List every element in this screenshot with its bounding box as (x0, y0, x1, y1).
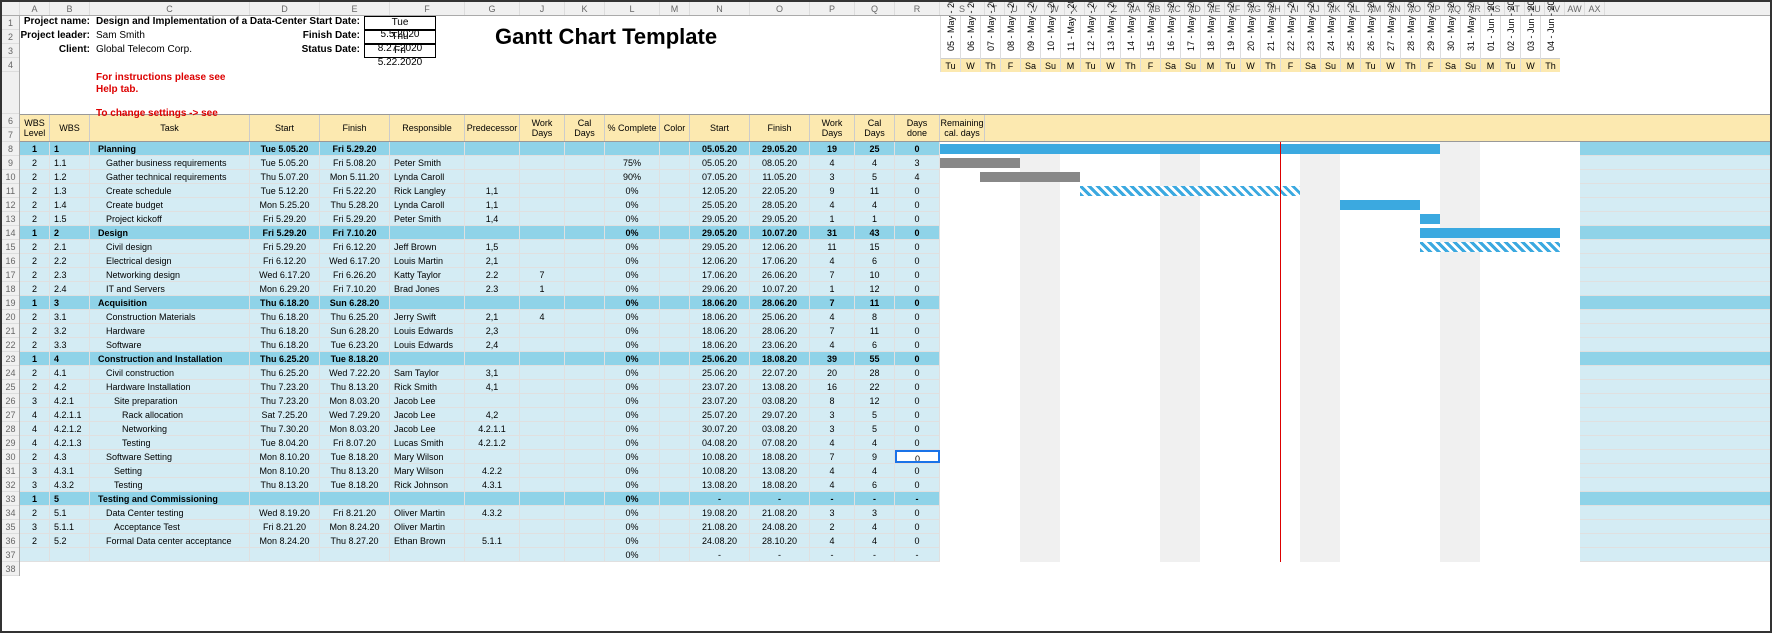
finish-date-label: Finish Date: (300, 30, 360, 41)
col-color: Color (660, 115, 690, 141)
help-text-2: Help tab. (96, 84, 138, 95)
col-daysdone: Days done (895, 115, 940, 141)
row-headers: 1234678910111213141516171819202122232425… (2, 16, 20, 576)
project-leader-label: Project leader: (20, 30, 90, 41)
status-date-label: Status Date: (300, 44, 360, 55)
gantt-bar[interactable] (1340, 200, 1420, 210)
col-level: WBS Level (20, 115, 50, 141)
col-start: Start (250, 115, 320, 141)
gantt-bar[interactable] (1420, 214, 1440, 224)
col-wbs: WBS (50, 115, 90, 141)
col-responsible: Responsible (390, 115, 465, 141)
project-leader: Sam Smith (96, 30, 145, 41)
help-text-3: To change settings -> see (96, 108, 218, 119)
gantt-bar[interactable] (980, 172, 1080, 182)
gantt-chart-area (940, 142, 1580, 562)
col-complete: % Complete (605, 115, 660, 141)
col-remaining: Remaining cal. days (940, 115, 985, 141)
finish-date[interactable]: Thu 8.27.2020 (364, 30, 436, 44)
status-date[interactable]: Fri 5.22.2020 (364, 44, 436, 58)
client-label: Client: (20, 44, 90, 55)
table-header-row: WBS Level WBS Task Start Finish Responsi… (20, 114, 1770, 142)
start-date-label: Start Date: (300, 16, 360, 27)
project-name: Design and Implementation of a Data-Cent… (96, 16, 307, 27)
col-finish2: Finish (750, 115, 810, 141)
gantt-bar[interactable] (1420, 228, 1560, 238)
data-rows[interactable]: 11PlanningTue 5.05.20Fri 5.29.2005.05.20… (20, 142, 1770, 562)
gantt-bar[interactable] (940, 144, 1440, 154)
gantt-bar[interactable] (940, 158, 1020, 168)
col-workdays2: Work Days (810, 115, 855, 141)
start-date[interactable]: Tue 5.5.2020 (364, 16, 436, 30)
page-title: Gantt Chart Template (495, 24, 717, 50)
spreadsheet[interactable]: ABCDEFGJKLMNOPQRSTUVWXYZAAABACADAEAFAGAH… (0, 0, 1772, 633)
client: Global Telecom Corp. (96, 44, 192, 55)
col-predecessor: Predecessor (465, 115, 520, 141)
col-caldays2: Cal Days (855, 115, 895, 141)
gantt-bar[interactable] (1420, 242, 1560, 252)
gantt-bar[interactable] (1080, 186, 1300, 196)
project-name-label: Project name: (20, 16, 90, 27)
col-caldays: Cal Days (565, 115, 605, 141)
column-headers: ABCDEFGJKLMNOPQRSTUVWXYZAAABACADAEAFAGAH… (2, 2, 1770, 16)
col-start2: Start (690, 115, 750, 141)
col-workdays: Work Days (520, 115, 565, 141)
gantt-date-headers: 05 - May - 20Tu06 - May - 20W07 - May - … (940, 16, 1560, 72)
col-finish: Finish (320, 115, 390, 141)
help-text-1: For instructions please see (96, 72, 226, 83)
